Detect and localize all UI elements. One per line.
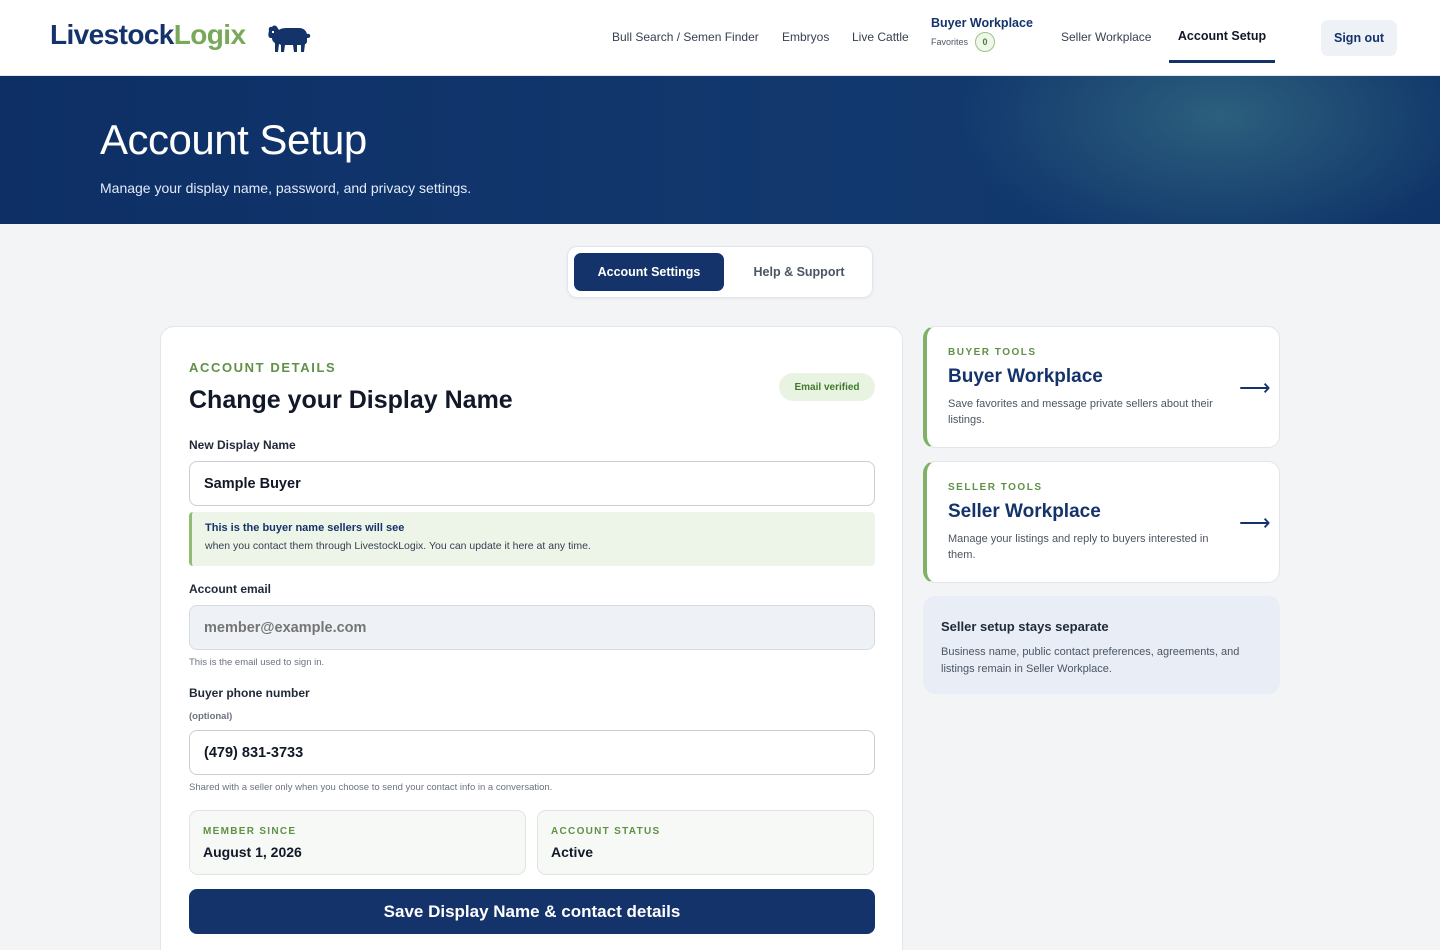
phone-label: Buyer phone number xyxy=(189,686,310,700)
favorites-count-badge: 0 xyxy=(975,32,996,52)
page-title: Account Setup xyxy=(100,116,367,163)
settings-tabs: Account Settings Help & Support xyxy=(567,246,873,298)
phone-optional-hint: (optional) xyxy=(189,711,233,722)
nav-seller-workplace[interactable]: Seller Workplace xyxy=(1061,30,1151,44)
account-status-panel: ACCOUNT STATUS Active xyxy=(537,810,874,875)
section-title: Change your Display Name xyxy=(189,386,513,414)
arrow-right-icon: ⟶ xyxy=(1239,510,1271,535)
favorites-indicator: Favorites 0 xyxy=(931,32,1033,52)
hero-banner: Account Setup Manage your display name, … xyxy=(0,76,1440,224)
save-display-name-button[interactable]: Save Display Name & contact details xyxy=(189,889,875,934)
nav-embryos[interactable]: Embryos xyxy=(782,30,829,44)
buyer-workplace-card[interactable]: BUYER TOOLS Buyer Workplace Save favorit… xyxy=(923,326,1280,448)
seller-workplace-card[interactable]: SELLER TOOLS Seller Workplace Manage you… xyxy=(923,461,1280,583)
nav-buyer-workplace-label: Buyer Workplace xyxy=(931,16,1033,30)
tab-help-support[interactable]: Help & Support xyxy=(732,253,866,291)
phone-input[interactable] xyxy=(189,730,875,775)
nav-live-cattle[interactable]: Live Cattle xyxy=(852,30,909,44)
sign-out-button[interactable]: Sign out xyxy=(1321,20,1397,56)
account-details-card: ACCOUNT DETAILS Change your Display Name… xyxy=(160,326,903,950)
seller-tools-eyebrow: SELLER TOOLS xyxy=(948,482,1043,493)
display-name-note: This is the buyer name sellers will see … xyxy=(189,512,875,566)
info-title: Seller setup stays separate xyxy=(941,619,1109,634)
email-field[interactable] xyxy=(189,605,875,650)
nav-bull-search[interactable]: Bull Search / Semen Finder xyxy=(612,30,759,44)
email-verified-badge: Email verified xyxy=(779,373,875,401)
buyer-workplace-description: Save favorites and message private selle… xyxy=(948,398,1213,426)
favorites-label: Favorites xyxy=(931,37,969,47)
note-text: when you contact them through LivestockL… xyxy=(205,540,591,552)
nav-buyer-workplace[interactable]: Buyer Workplace Favorites 0 xyxy=(931,16,1033,52)
tab-account-settings[interactable]: Account Settings xyxy=(574,253,724,291)
top-navigation-bar: LivestockLogix Bull Search / Semen Finde… xyxy=(0,0,1440,76)
info-text: Business name, public contact preference… xyxy=(941,646,1240,675)
logo-text-logix: Logix xyxy=(173,19,246,50)
display-name-input[interactable] xyxy=(189,461,875,506)
account-status-value: Active xyxy=(551,844,594,860)
seller-setup-info-panel: Seller setup stays separate Business nam… xyxy=(923,596,1280,694)
display-name-label: New Display Name xyxy=(189,438,296,452)
seller-workplace-description: Manage your listings and reply to buyers… xyxy=(948,533,1209,561)
nav-account-setup[interactable]: Account Setup xyxy=(1169,29,1275,63)
phone-helper-text: Shared with a seller only when you choos… xyxy=(189,782,553,793)
seller-workplace-title: Seller Workplace xyxy=(948,501,1101,522)
member-since-value: August 1, 2026 xyxy=(203,844,302,860)
logo-text-livestock: Livestock xyxy=(50,19,174,50)
member-since-panel: MEMBER SINCE August 1, 2026 xyxy=(189,810,526,875)
arrow-right-icon: ⟶ xyxy=(1239,375,1271,400)
bull-icon xyxy=(268,25,311,52)
page-subtitle: Manage your display name, password, and … xyxy=(100,180,472,196)
logo[interactable]: LivestockLogix xyxy=(50,19,246,51)
member-since-label: MEMBER SINCE xyxy=(203,826,297,837)
note-heading: This is the buyer name sellers will see xyxy=(205,522,405,534)
email-label: Account email xyxy=(189,582,272,596)
buyer-tools-eyebrow: BUYER TOOLS xyxy=(948,347,1037,358)
buyer-workplace-title: Buyer Workplace xyxy=(948,366,1103,387)
account-status-label: ACCOUNT STATUS xyxy=(551,826,661,837)
email-helper-text: This is the email used to sign in. xyxy=(189,657,325,668)
section-eyebrow: ACCOUNT DETAILS xyxy=(189,360,337,375)
